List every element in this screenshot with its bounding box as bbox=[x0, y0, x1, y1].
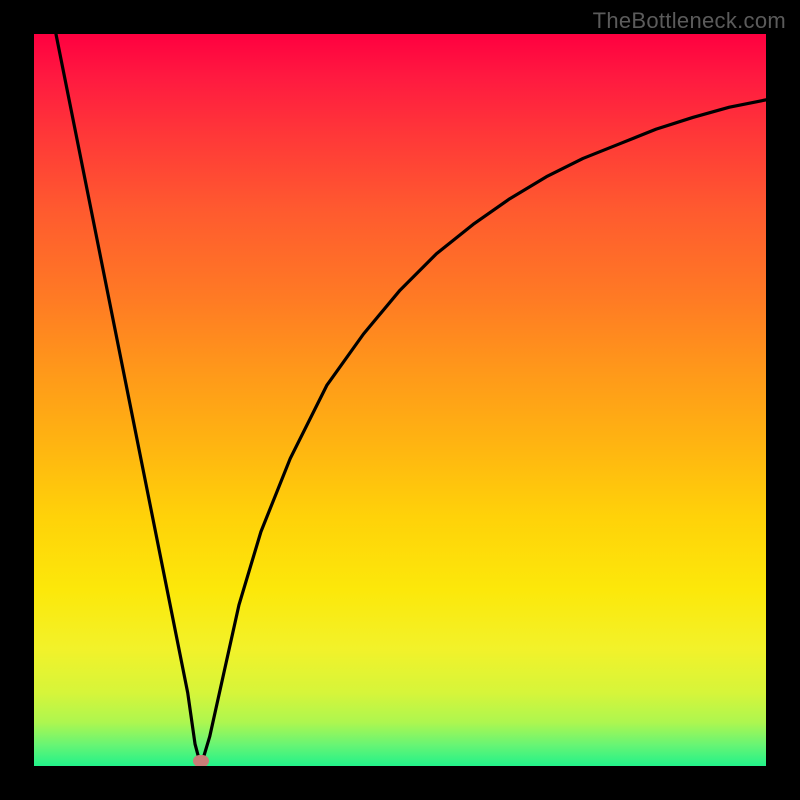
watermark-text: TheBottleneck.com bbox=[593, 8, 786, 34]
bottleneck-curve bbox=[34, 34, 766, 766]
plot-area bbox=[34, 34, 766, 766]
chart-frame: TheBottleneck.com bbox=[0, 0, 800, 800]
optimal-point-marker bbox=[193, 755, 209, 766]
